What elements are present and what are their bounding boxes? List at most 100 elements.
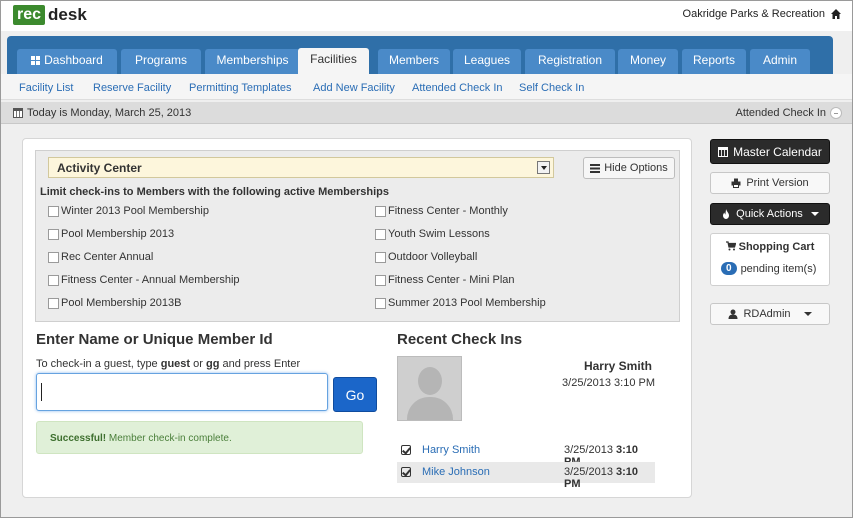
hint-text: and press Enter xyxy=(219,358,301,370)
tab-dashboard[interactable]: Dashboard xyxy=(17,49,117,74)
checkbox-box[interactable] xyxy=(375,274,386,286)
checkbox-box[interactable] xyxy=(48,251,59,263)
subnav-add-new-facility[interactable]: Add New Facility xyxy=(313,82,395,94)
checkbox-box[interactable] xyxy=(375,251,386,263)
alert-bold: Successful! xyxy=(50,433,107,444)
tab-label: Dashboard xyxy=(44,53,103,67)
membership-checkbox[interactable]: Summer 2013 Pool Membership xyxy=(375,297,546,309)
tab-label: Memberships xyxy=(216,53,289,67)
user-icon xyxy=(728,309,738,319)
subnav-facility-list[interactable]: Facility List xyxy=(19,82,73,94)
master-calendar-button[interactable]: Master Calendar xyxy=(710,139,830,164)
tab-label: Registration xyxy=(537,53,603,67)
avatar-body xyxy=(407,397,453,420)
hint-guest: guest xyxy=(160,358,191,370)
subnav-permitting-templates[interactable]: Permitting Templates xyxy=(189,82,292,94)
fire-icon xyxy=(723,209,730,219)
membership-checkbox[interactable]: Fitness Center - Annual Membership xyxy=(48,274,240,286)
avatar-head xyxy=(418,367,442,395)
cart-title-text: Shopping Cart xyxy=(738,241,815,253)
checkbox-box[interactable] xyxy=(375,205,386,217)
membership-checkbox[interactable]: Pool Membership 2013B xyxy=(48,297,181,309)
facility-select[interactable]: Activity Center xyxy=(48,157,554,178)
latest-checkin-time: 3/25/2013 3:10 PM xyxy=(562,377,655,389)
page-title-attended-check-in: Attended Check In xyxy=(735,107,826,119)
user-menu-button[interactable]: RDAdmin xyxy=(710,303,830,325)
member-search-input[interactable] xyxy=(36,373,328,411)
member-link[interactable]: Harry Smith xyxy=(422,444,480,456)
hide-options-button[interactable]: Hide Options xyxy=(583,157,675,179)
tab-facilities[interactable]: Facilities xyxy=(298,48,369,74)
guest-hint: To check-in a guest, type guest or gg an… xyxy=(36,358,300,370)
grid-icon xyxy=(31,56,41,65)
checkbox-label: Fitness Center - Mini Plan xyxy=(388,274,515,286)
tab-admin[interactable]: Admin xyxy=(750,49,810,74)
dropdown-caret-icon[interactable] xyxy=(537,161,550,174)
checkin-datetime: 3/25/2013 3:10 PM xyxy=(564,466,655,490)
logo-desk: desk xyxy=(48,5,87,24)
minus-circle-icon[interactable] xyxy=(830,107,842,119)
date-bar: Today is Monday, March 25, 2013 Attended… xyxy=(1,102,852,124)
subnav-attended-check-in[interactable]: Attended Check In xyxy=(412,82,503,94)
tab-memberships[interactable]: Memberships xyxy=(205,49,300,74)
print-version-button[interactable]: Print Version xyxy=(710,172,830,194)
recent-row: Harry Smith 3/25/2013 3:10 PM xyxy=(397,440,655,468)
tab-programs[interactable]: Programs xyxy=(121,49,201,74)
checkbox-box[interactable] xyxy=(48,228,59,240)
list-icon xyxy=(590,163,601,173)
latest-checkin-name: Harry Smith xyxy=(583,359,652,373)
tab-label: Reports xyxy=(692,53,736,67)
user-name: RDAdmin xyxy=(743,308,791,320)
tab-money[interactable]: Money xyxy=(618,49,678,74)
recdesk-logo[interactable]: rec desk xyxy=(13,5,87,25)
main-nav: Dashboard Programs Memberships Facilitie… xyxy=(7,36,833,74)
tab-registration[interactable]: Registration xyxy=(525,49,615,74)
hint-text: or xyxy=(190,358,206,370)
checkbox-box[interactable] xyxy=(375,297,386,309)
checkbox-label: Youth Swim Lessons xyxy=(388,228,490,240)
tab-reports[interactable]: Reports xyxy=(682,49,746,74)
checkbox-label: Summer 2013 Pool Membership xyxy=(388,297,546,309)
member-link[interactable]: Mike Johnson xyxy=(422,466,490,478)
membership-checkbox[interactable]: Fitness Center - Monthly xyxy=(375,205,508,217)
recent-heading: Recent Check Ins xyxy=(397,331,523,348)
membership-checkbox[interactable]: Winter 2013 Pool Membership xyxy=(48,205,209,217)
checkin-heading: Enter Name or Unique Member Id xyxy=(36,331,273,348)
tab-members[interactable]: Members xyxy=(378,49,450,74)
checkbox-box[interactable] xyxy=(48,297,59,309)
checkbox-label: Pool Membership 2013 xyxy=(61,228,175,240)
membership-checkbox[interactable]: Pool Membership 2013 xyxy=(48,228,174,240)
checkin-date: 3/25/2013 xyxy=(564,444,616,456)
calendar-icon xyxy=(718,146,729,157)
quick-actions-button[interactable]: Quick Actions xyxy=(710,203,830,225)
tab-leagues[interactable]: Leagues xyxy=(453,49,521,74)
checkbox-label: Rec Center Annual xyxy=(61,251,154,263)
check-icon xyxy=(401,467,411,477)
org-name-link[interactable]: Oakridge Parks & Recreation xyxy=(683,8,842,20)
alert-text: Member check-in complete. xyxy=(106,433,232,444)
tab-label: Facilities xyxy=(310,52,357,66)
membership-checkbox[interactable]: Rec Center Annual xyxy=(48,251,153,263)
checkbox-box[interactable] xyxy=(375,228,386,240)
go-button[interactable]: Go xyxy=(333,377,377,412)
quick-actions-label: Quick Actions xyxy=(736,208,803,220)
today-date: Today is Monday, March 25, 2013 xyxy=(13,107,191,119)
print-icon xyxy=(731,178,741,188)
tab-label: Programs xyxy=(134,53,187,67)
membership-checkbox[interactable]: Fitness Center - Mini Plan xyxy=(375,274,515,286)
limit-label: Limit check-ins to Members with the foll… xyxy=(40,186,390,198)
hint-gg: gg xyxy=(205,358,220,370)
checkbox-box[interactable] xyxy=(48,205,59,217)
subnav-self-check-in[interactable]: Self Check In xyxy=(519,82,584,94)
dropdown-caret-icon xyxy=(810,212,819,216)
org-name: Oakridge Parks & Recreation xyxy=(682,8,825,20)
membership-checkbox[interactable]: Outdoor Volleyball xyxy=(375,251,477,263)
subnav-reserve-facility[interactable]: Reserve Facility xyxy=(93,82,171,94)
checkbox-box[interactable] xyxy=(48,274,59,286)
membership-checkbox[interactable]: Youth Swim Lessons xyxy=(375,228,490,240)
shopping-cart-card[interactable]: Shopping Cart 0 pending item(s) xyxy=(710,233,830,286)
facility-select-value: Activity Center xyxy=(57,161,142,175)
home-icon[interactable] xyxy=(830,8,842,20)
date-text: Today is Monday, March 25, 2013 xyxy=(27,107,192,119)
text-cursor xyxy=(41,383,42,401)
